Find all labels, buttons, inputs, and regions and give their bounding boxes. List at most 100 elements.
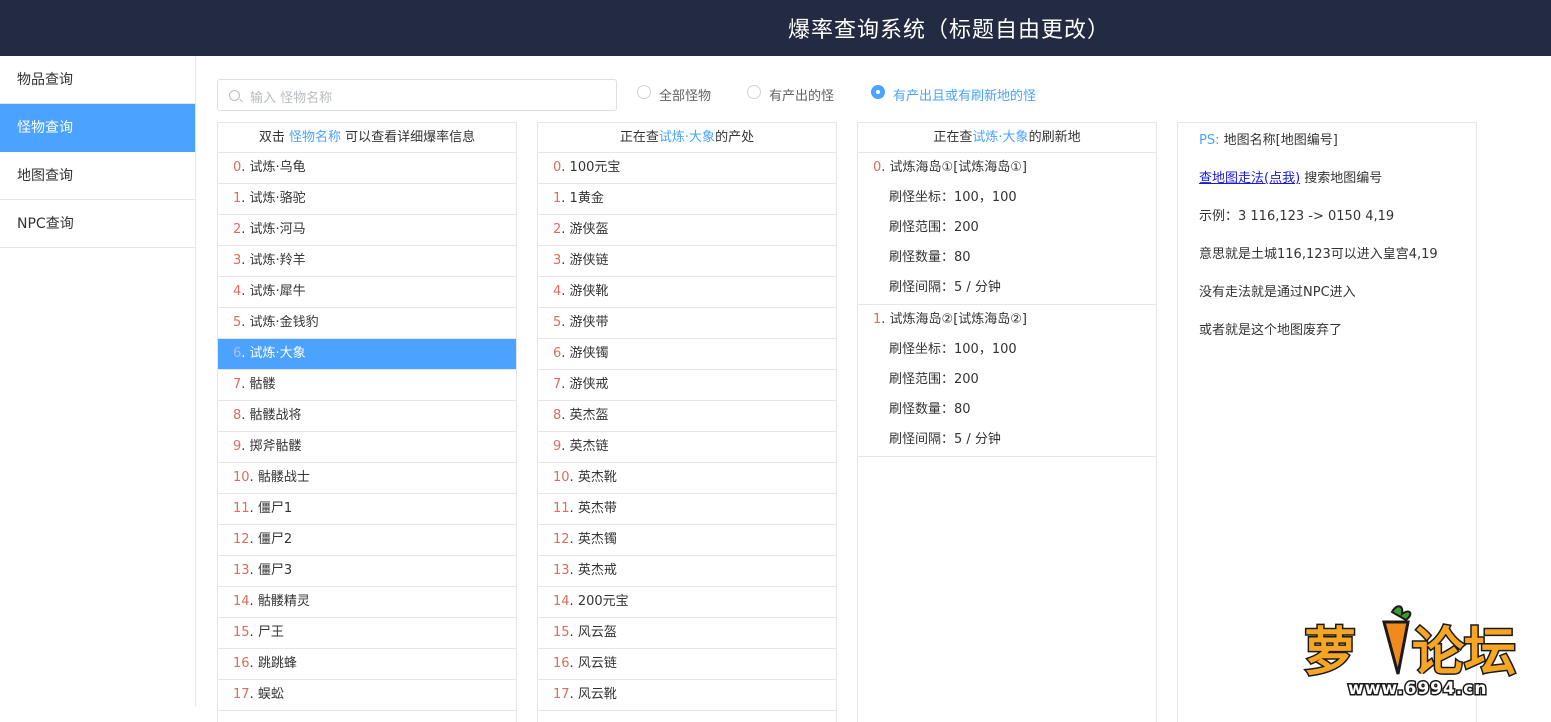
row-index: 14 — [553, 594, 570, 609]
search-input[interactable]: 输入 怪物名称 — [217, 79, 617, 111]
row-separator: . — [569, 532, 578, 547]
row-name: 蜈蚣 — [257, 687, 284, 702]
row-name: 英杰镯 — [577, 532, 617, 547]
drop-row[interactable]: 2. 游侠盔 — [538, 215, 836, 246]
spawn-range: 刷怪范围：200 — [889, 372, 979, 387]
row-name: 试炼·羚羊 — [249, 253, 306, 268]
monster-row[interactable]: 6. 试炼·大象 — [218, 339, 516, 370]
ps-label: PS: — [1199, 133, 1220, 148]
row-index: 16 — [233, 656, 250, 671]
drop-row[interactable]: 4. 游侠靴 — [538, 277, 836, 308]
row-name: 僵尸3 — [257, 563, 293, 578]
row-separator: . — [561, 160, 570, 175]
header-text: 可以查看详细爆率信息 — [341, 130, 476, 145]
row-separator: . — [561, 191, 570, 206]
row-index: 10 — [553, 470, 570, 485]
drop-row[interactable]: 8. 英杰盔 — [538, 401, 836, 432]
row-separator: . — [569, 563, 578, 578]
sidebar: 物品查询 怪物查询 地图查询 NPC查询 — [0, 56, 196, 706]
monster-row[interactable]: 15. 尸王 — [218, 618, 516, 649]
drop-row[interactable]: 15. 风云盔 — [538, 618, 836, 649]
row-name: 风云盔 — [577, 625, 617, 640]
row-name: 试炼·犀牛 — [249, 284, 306, 299]
monster-row[interactable]: 2. 试炼·河马 — [218, 215, 516, 246]
filter-label: 全部怪物 — [659, 89, 712, 104]
monster-row[interactable]: 14. 骷髅精灵 — [218, 587, 516, 618]
filter-label: 有产出且或有刷新地的怪 — [893, 89, 1037, 104]
monster-row[interactable]: 8. 骷髅战将 — [218, 401, 516, 432]
sidebar-item-monsters[interactable]: 怪物查询 — [0, 104, 195, 152]
row-separator: . — [569, 656, 578, 671]
row-separator: . — [249, 501, 258, 516]
spawn-map-name[interactable]: 0. 试炼海岛①[试炼海岛①] — [858, 153, 1156, 183]
drop-row[interactable]: 5. 游侠带 — [538, 308, 836, 339]
monster-row[interactable]: 3. 试炼·羚羊 — [218, 246, 516, 277]
search-placeholder: 输入 怪物名称 — [250, 91, 333, 106]
row-separator: . — [561, 346, 570, 361]
monster-list-header: 双击 怪物名称 可以查看详细爆率信息 — [218, 123, 516, 153]
map-route-link[interactable]: 查地图走法(点我) — [1199, 171, 1300, 186]
row-name: 试炼·大象 — [249, 346, 306, 361]
row-index: 15 — [553, 625, 570, 640]
drop-row[interactable]: 16. 风云链 — [538, 649, 836, 680]
drop-row[interactable]: 9. 英杰链 — [538, 432, 836, 463]
drop-row[interactable]: 14. 200元宝 — [538, 587, 836, 618]
row-name: 英杰链 — [569, 439, 609, 454]
monster-row[interactable]: 17. 蜈蚣 — [218, 680, 516, 711]
row-index: 17 — [233, 687, 250, 702]
row-index: 12 — [233, 532, 250, 547]
row-name: 掷斧骷髅 — [249, 439, 302, 454]
drop-row[interactable]: 17. 风云靴 — [538, 680, 836, 711]
ps-text: 地图名称[地图编号] — [1223, 133, 1338, 148]
row-name: 骷髅战将 — [249, 408, 302, 423]
monster-list-panel: 双击 怪物名称 可以查看详细爆率信息 0. 试炼·乌龟 1. 试炼·骆驼 2. 试炼… — [217, 122, 517, 722]
map-name: 试炼海岛②[试炼海岛②] — [889, 312, 1027, 327]
spawn-coords: 刷怪坐标：100，100 — [889, 190, 1017, 205]
monster-row[interactable]: 13. 僵尸3 — [218, 556, 516, 587]
row-separator: . — [241, 160, 250, 175]
sidebar-item-npc[interactable]: NPC查询 — [0, 200, 195, 248]
drop-row[interactable]: 10. 英杰靴 — [538, 463, 836, 494]
monster-row[interactable]: 5. 试炼·金钱豹 — [218, 308, 516, 339]
row-separator: . — [249, 563, 258, 578]
header-highlight: 试炼·大象 — [658, 130, 716, 145]
monster-row[interactable]: 4. 试炼·犀牛 — [218, 277, 516, 308]
row-separator: . — [249, 625, 258, 640]
row-name: 试炼·骆驼 — [249, 191, 306, 206]
row-index: 13 — [233, 563, 250, 578]
monster-row[interactable]: 10. 骷髅战士 — [218, 463, 516, 494]
drop-row[interactable]: 6. 游侠镯 — [538, 339, 836, 370]
row-name: 试炼·金钱豹 — [249, 315, 319, 330]
sidebar-item-maps[interactable]: 地图查询 — [0, 152, 195, 200]
drop-row[interactable]: 1. 1黄金 — [538, 184, 836, 215]
drop-row[interactable]: 3. 游侠链 — [538, 246, 836, 277]
row-separator: . — [249, 594, 258, 609]
monster-row[interactable]: 7. 骷髅 — [218, 370, 516, 401]
drop-row[interactable]: 12. 英杰镯 — [538, 525, 836, 556]
sidebar-item-items[interactable]: 物品查询 — [0, 56, 195, 104]
drop-row[interactable]: 11. 英杰带 — [538, 494, 836, 525]
ps-line: PS: 地图名称[地图编号] — [1199, 129, 1338, 148]
row-index: 11 — [233, 501, 250, 516]
row-separator: . — [241, 191, 250, 206]
spawn-map-name[interactable]: 1. 试炼海岛②[试炼海岛②] — [858, 305, 1156, 335]
watermark-url: www.6994.cn — [1348, 679, 1487, 699]
monster-row[interactable]: 11. 僵尸1 — [218, 494, 516, 525]
monster-row[interactable]: 9. 掷斧骷髅 — [218, 432, 516, 463]
map-name: 试炼海岛①[试炼海岛①] — [889, 160, 1027, 175]
drop-row[interactable]: 13. 英杰戒 — [538, 556, 836, 587]
spawn-list-panel: 正在查试炼·大象的刷新地 0. 试炼海岛①[试炼海岛①] 刷怪坐标：100，100… — [857, 122, 1157, 722]
monster-row[interactable]: 16. 跳跳蜂 — [218, 649, 516, 680]
monster-row[interactable]: 1. 试炼·骆驼 — [218, 184, 516, 215]
drop-row[interactable]: 0. 100元宝 — [538, 153, 836, 184]
svg-text:论坛: 论坛 — [1412, 623, 1516, 683]
monster-row[interactable]: 0. 试炼·乌龟 — [218, 153, 516, 184]
drop-row[interactable]: 7. 游侠戒 — [538, 370, 836, 401]
row-name: 骷髅精灵 — [257, 594, 310, 609]
example-text: 示例：3 116,123 -> 0150 4,19 — [1199, 209, 1395, 224]
row-name: 试炼·河马 — [249, 222, 306, 237]
radio-icon — [637, 85, 651, 99]
row-separator: . — [241, 346, 250, 361]
radio-icon — [747, 85, 761, 99]
monster-row[interactable]: 12. 僵尸2 — [218, 525, 516, 556]
